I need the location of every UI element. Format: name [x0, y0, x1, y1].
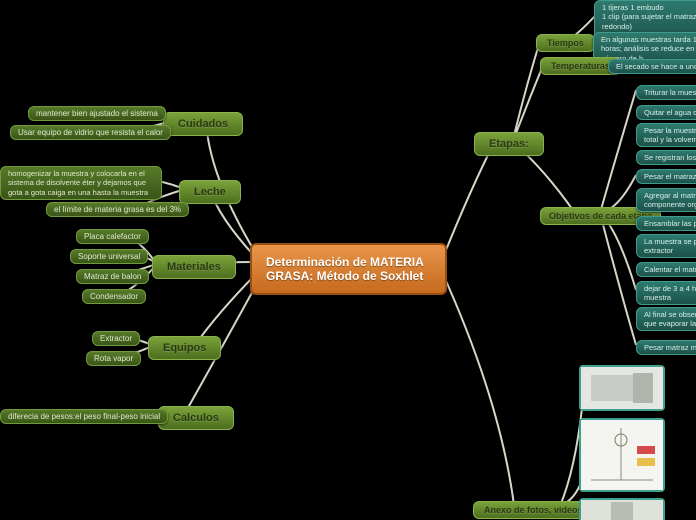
leaf-text: mantener bien ajustado el sistema — [36, 109, 158, 118]
leaf-text: dejar de 3 a 4 hora muestra — [644, 284, 696, 302]
leaf-text: diferecia de pesos:el peso final-peso in… — [8, 412, 160, 421]
leaf-text: Pesar matraz mas s — [644, 343, 696, 352]
leaf-obj-2[interactable]: Pesar la muestra en total y la volvemos — [636, 123, 696, 147]
branch-tiempos[interactable]: Tiempos — [536, 34, 595, 52]
leaf-text: Agregar al matraz b componente organ — [644, 191, 696, 209]
leaf-materiales-1[interactable]: Soporte universal — [70, 249, 148, 264]
leaf-text: Pesar la muestra en total y la volvemos — [644, 126, 696, 144]
leaf-text: Condensador — [90, 292, 138, 301]
branch-label: Etapas: — [489, 138, 529, 150]
leaf-text: 1 tijeras 1 embudo — [602, 3, 696, 12]
leaf-obj-5[interactable]: Agregar al matraz b componente organ — [636, 188, 696, 212]
leaf-text: Calentar el matraz e — [644, 265, 696, 274]
leaf-equipos-1[interactable]: Rota vapor — [86, 351, 141, 366]
leaf-obj-0[interactable]: Triturar la muestra — [636, 85, 696, 100]
leaf-text: Triturar la muestra — [644, 88, 696, 97]
leaf-text: Placa calefactor — [84, 232, 141, 241]
leaf-text: Extractor — [100, 334, 132, 343]
branch-equipos[interactable]: Equipos — [148, 336, 221, 360]
leaf-text: Matraz de balon — [84, 272, 141, 281]
leaf-text: Rota vapor — [94, 354, 133, 363]
branch-label: Temperaturas — [551, 61, 610, 71]
leaf-text: Al final se observa y que evaporar la so… — [644, 310, 696, 328]
branch-etapas[interactable]: Etapas: — [474, 132, 544, 156]
leaf-obj-7[interactable]: La muestra se pone extractor — [636, 234, 696, 258]
leaf-text: Usar equipo de vidrio que resista el cal… — [18, 128, 163, 137]
leaf-calculos-0[interactable]: diferecia de pesos:el peso final-peso in… — [0, 409, 168, 424]
leaf-cuidados-0[interactable]: mantener bien ajustado el sistema — [28, 106, 166, 121]
leaf-text: La muestra se pone extractor — [644, 237, 696, 255]
leaf-text: El secado se hace a unos 150° — [616, 62, 696, 71]
leaf-obj-11[interactable]: Pesar matraz mas s — [636, 340, 696, 355]
leaf-materiales-3[interactable]: Condensador — [82, 289, 146, 304]
branch-leche[interactable]: Leche — [179, 180, 241, 204]
branch-label: Tiempos — [547, 38, 584, 48]
leaf-leche-0[interactable]: homogenizar la muestra y colocarla en el… — [0, 166, 162, 200]
branch-label: Equipos — [163, 342, 206, 354]
leaf-text: el límite de materia grasa es del 3% — [54, 205, 181, 214]
leaf-materiales-2[interactable]: Matraz de balon — [76, 269, 149, 284]
leaf-text: homogenizar la muestra y colocarla en el… — [8, 169, 148, 197]
leaf-materiales-0[interactable]: Placa calefactor — [76, 229, 149, 244]
leaf-text: 1 clip (para sujetar el matraz redondo) — [602, 12, 696, 31]
branch-label: Leche — [194, 186, 226, 198]
root-topic[interactable]: Determinación de MATERIA GRASA: Método d… — [250, 243, 447, 295]
root-title: Determinación de MATERIA GRASA: Método d… — [266, 255, 423, 283]
leaf-obj-4[interactable]: Pesar el matraz bal — [636, 169, 696, 184]
leaf-text: Pesar el matraz bal — [644, 172, 696, 181]
branch-label: Cuidados — [178, 118, 228, 130]
leaf-obj-8[interactable]: Calentar el matraz e — [636, 262, 696, 277]
leaf-text: Soporte universal — [78, 252, 140, 261]
branch-cuidados[interactable]: Cuidados — [163, 112, 243, 136]
branch-label: Materiales — [167, 261, 221, 273]
leaf-text: Se registran los pe — [644, 153, 696, 162]
leaf-text: Quitar el agua que c — [644, 108, 696, 117]
leaf-obj-3[interactable]: Se registran los pe — [636, 150, 696, 165]
attachment-thumb-2[interactable] — [579, 418, 665, 492]
leaf-text: Ensamblar las part — [644, 219, 696, 228]
leaf-obj-9[interactable]: dejar de 3 a 4 hora muestra — [636, 281, 696, 305]
leaf-obj-1[interactable]: Quitar el agua que c — [636, 105, 696, 120]
branch-label: Calculos — [173, 412, 219, 424]
branch-calculos[interactable]: Calculos — [158, 406, 234, 430]
leaf-temperaturas[interactable]: El secado se hace a unos 150° — [608, 59, 696, 74]
attachment-thumb-3[interactable] — [579, 498, 665, 520]
leaf-equipos-0[interactable]: Extractor — [92, 331, 140, 346]
attachment-thumb-1[interactable] — [579, 365, 665, 411]
branch-materiales[interactable]: Materiales — [152, 255, 236, 279]
leaf-obj-6[interactable]: Ensamblar las part — [636, 216, 696, 231]
leaf-cuidados-1[interactable]: Usar equipo de vidrio que resista el cal… — [10, 125, 171, 140]
leaf-leche-1[interactable]: el límite de materia grasa es del 3% — [46, 202, 189, 217]
leaf-obj-10[interactable]: Al final se observa y que evaporar la so… — [636, 307, 696, 331]
